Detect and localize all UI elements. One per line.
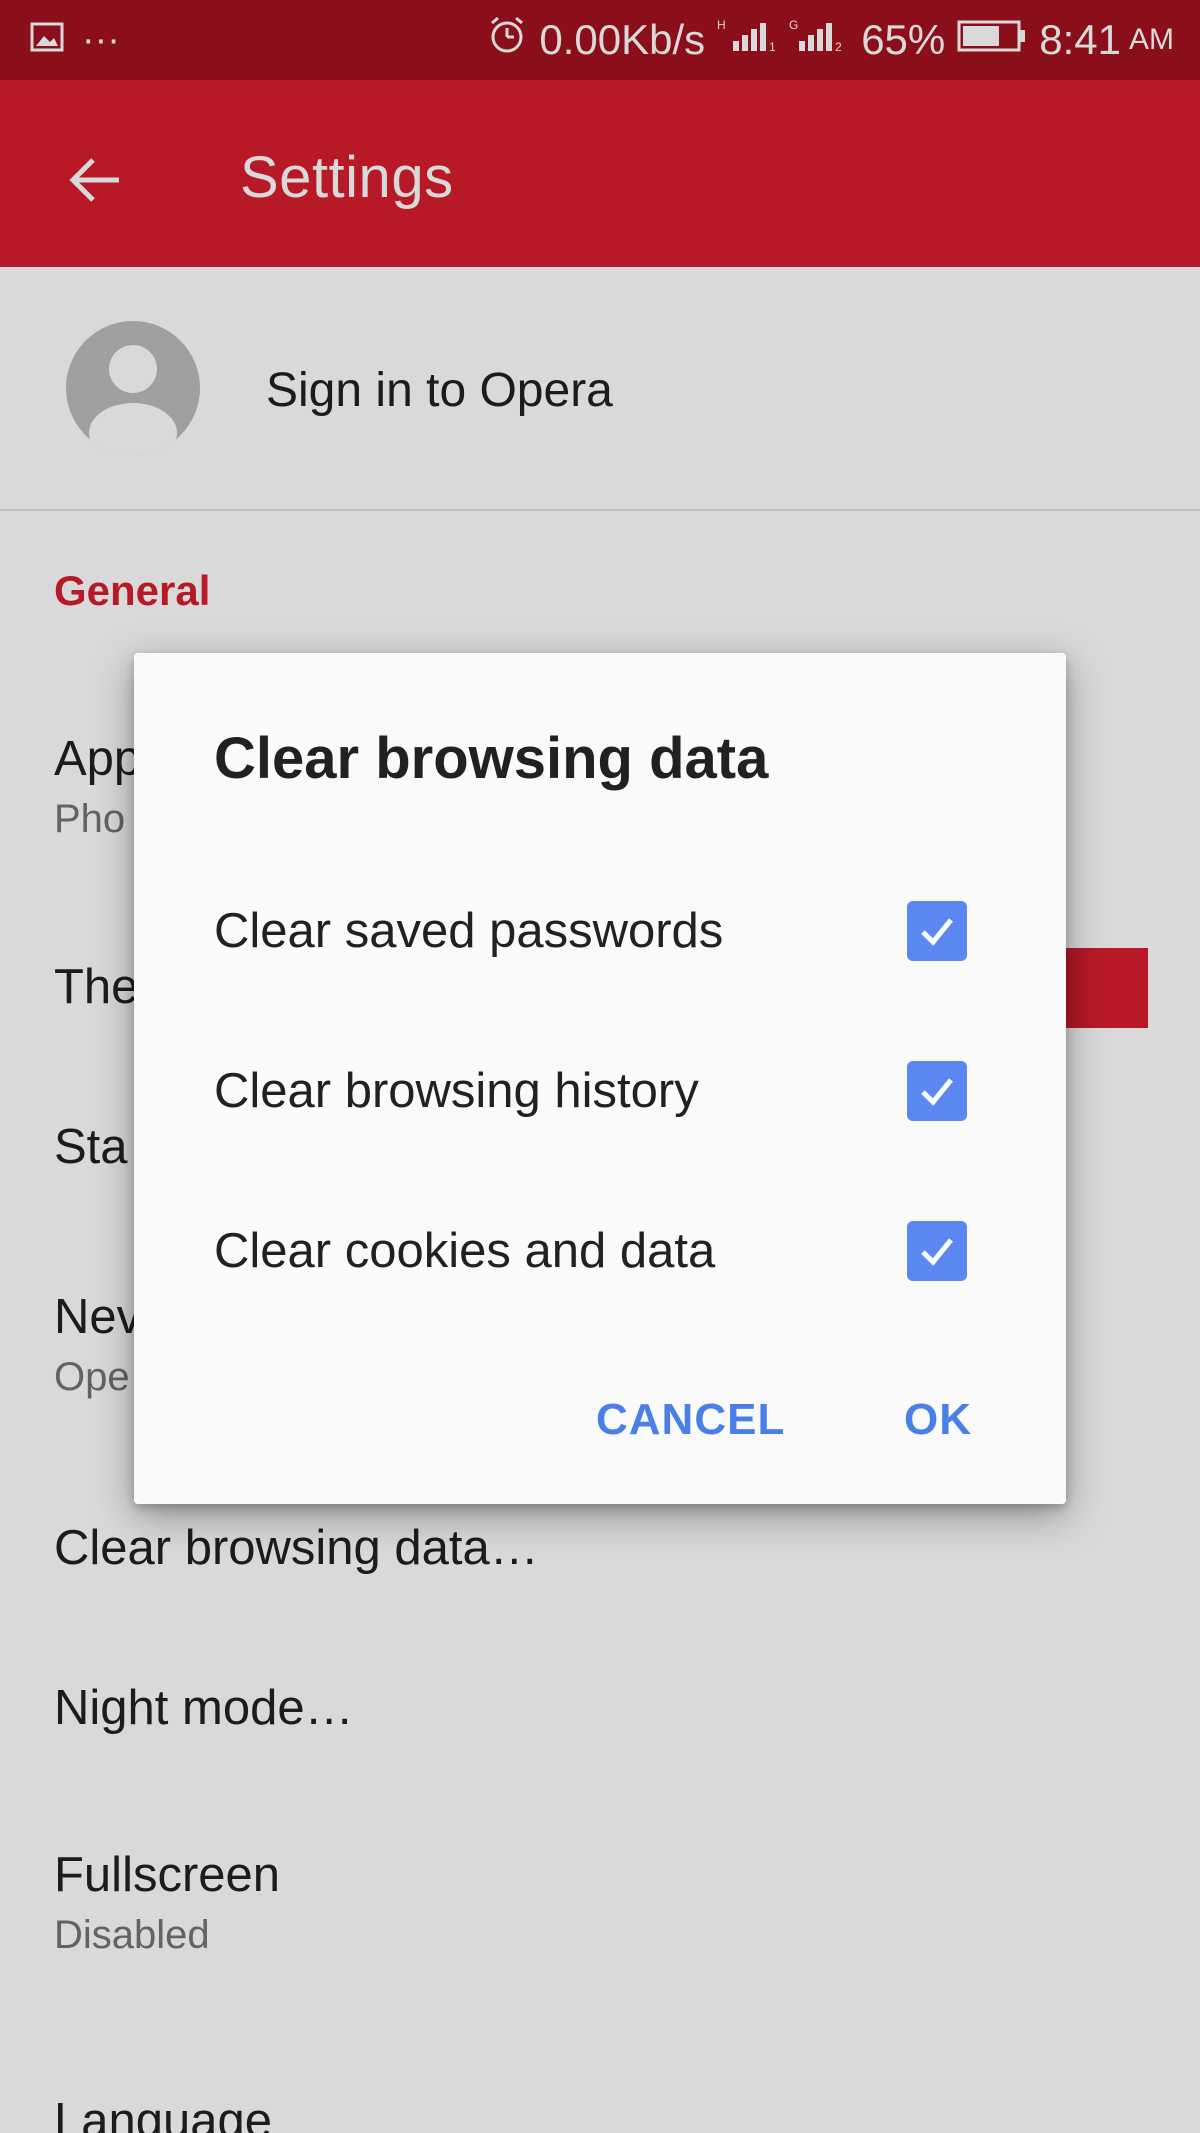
clear-browsing-data-dialog: Clear browsing data Clear saved password… (134, 653, 1066, 1504)
check-icon (921, 1078, 953, 1106)
checkbox-clear-saved-passwords[interactable] (907, 901, 967, 961)
checkbox-clear-browsing-history[interactable] (907, 1061, 967, 1121)
screen: ··· 0.00Kb/s H 1 G 2 65% 8:41 AM Setting… (0, 0, 1200, 2133)
ok-button[interactable]: OK (904, 1395, 972, 1445)
check-icon (921, 918, 953, 946)
option-label: Clear browsing history (214, 1064, 699, 1118)
option-clear-saved-passwords[interactable]: Clear saved passwords (214, 893, 994, 973)
option-clear-cookies-and-data[interactable]: Clear cookies and data (214, 1213, 994, 1293)
option-clear-browsing-history[interactable]: Clear browsing history (214, 1053, 994, 1133)
cancel-button[interactable]: CANCEL (596, 1395, 785, 1445)
option-label: Clear cookies and data (214, 1224, 716, 1278)
checkbox-clear-cookies-and-data[interactable] (907, 1221, 967, 1281)
dialog-title: Clear browsing data (214, 726, 769, 791)
option-label: Clear saved passwords (214, 904, 724, 958)
check-icon (921, 1238, 953, 1266)
